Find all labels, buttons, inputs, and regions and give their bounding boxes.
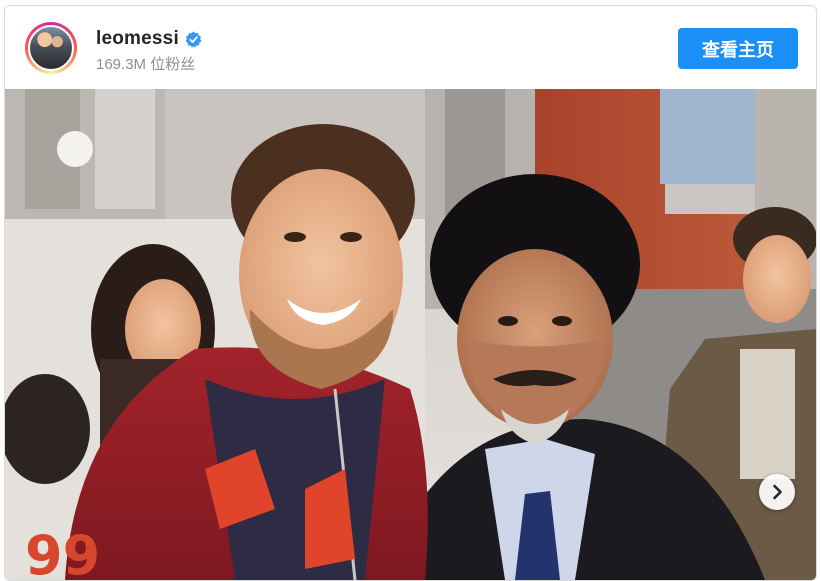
avatar-image <box>28 25 74 71</box>
username-link[interactable]: leomessi <box>96 28 179 50</box>
jersey-number: 99 <box>25 524 100 580</box>
username-row: leomessi <box>96 28 202 50</box>
photo-illustration: 99 <box>5 89 816 580</box>
verified-badge-icon <box>185 30 202 48</box>
avatar[interactable] <box>25 22 77 74</box>
chevron-right-icon <box>773 484 782 500</box>
post-photo[interactable]: 99 <box>5 89 816 580</box>
instagram-embed-card: leomessi 169.3M 位粉丝 查看主页 99 <box>4 5 817 581</box>
next-photo-button[interactable] <box>759 474 795 510</box>
view-profile-button[interactable]: 查看主页 <box>678 28 798 69</box>
post-header: leomessi 169.3M 位粉丝 查看主页 <box>5 6 816 90</box>
follower-count: 169.3M 位粉丝 <box>96 56 196 73</box>
